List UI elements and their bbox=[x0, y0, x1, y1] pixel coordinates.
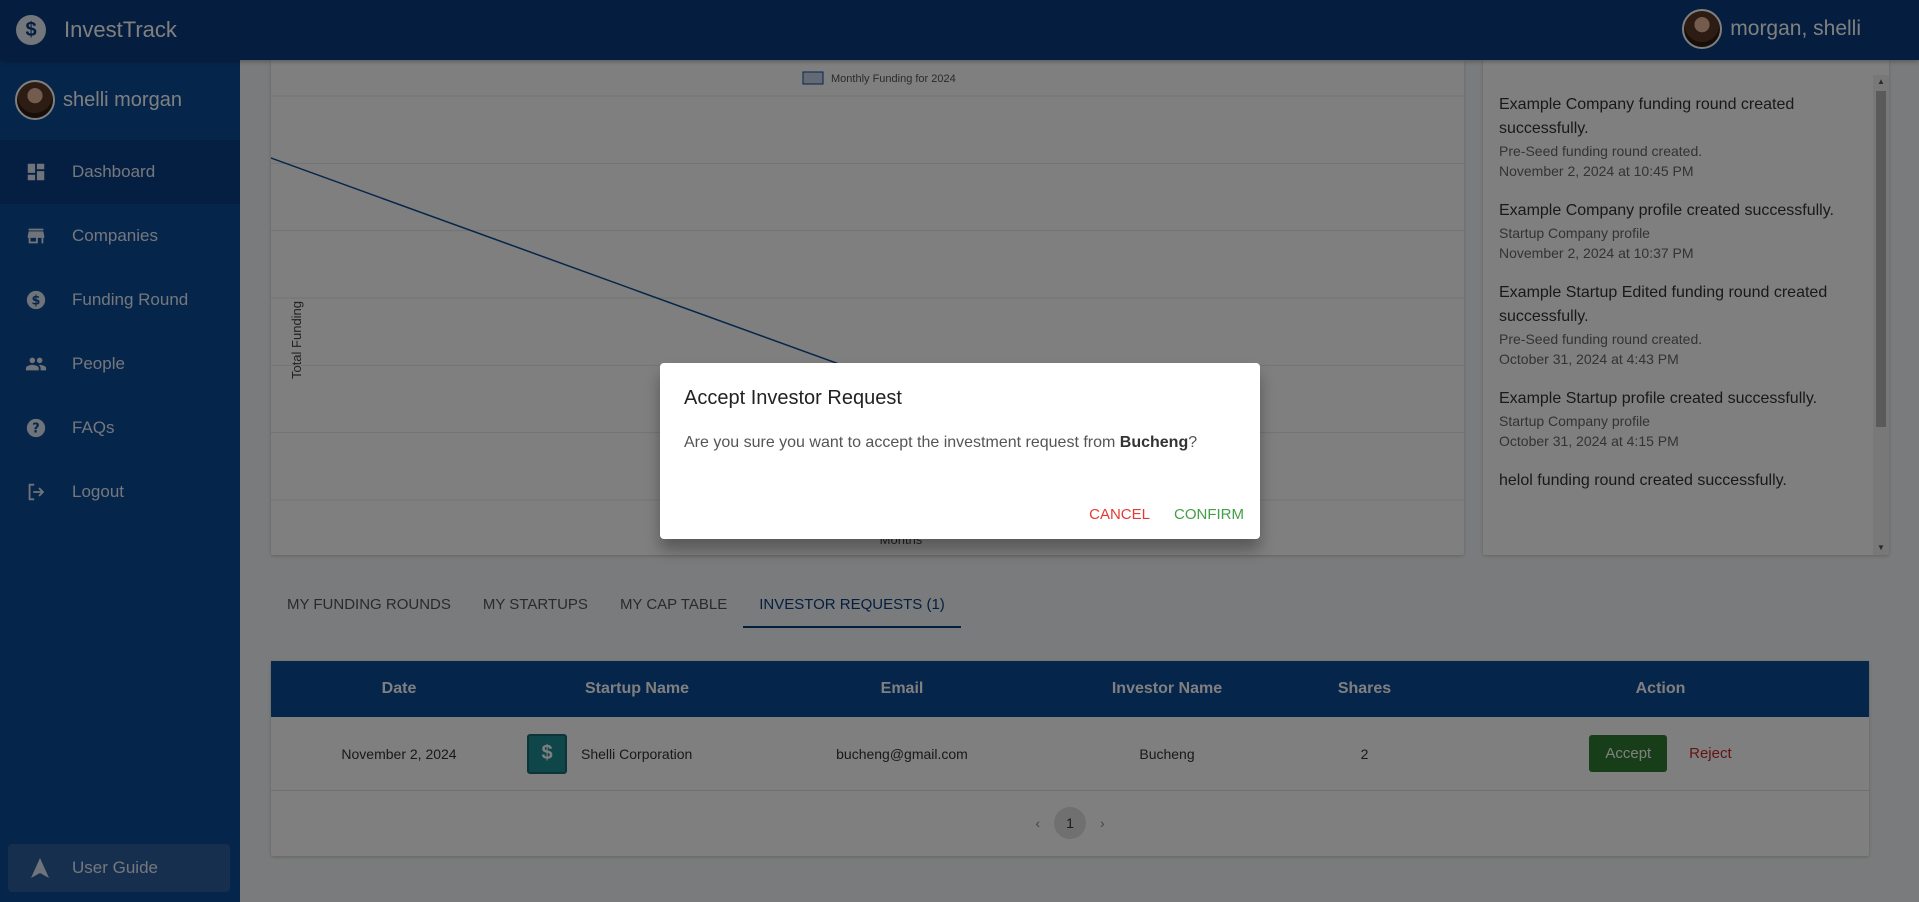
dialog-actions: CANCEL CONFIRM bbox=[1089, 506, 1244, 523]
dialog-investor-name: Bucheng bbox=[1119, 434, 1189, 451]
dialog-title: Accept Investor Request bbox=[684, 387, 902, 409]
accept-investor-dialog: Accept Investor Request Are you sure you… bbox=[660, 363, 1260, 539]
dialog-message-suffix: ? bbox=[1188, 434, 1198, 451]
dialog-message: Are you sure you want to accept the inve… bbox=[684, 434, 1236, 452]
dialog-message-prefix: Are you sure you want to accept the inve… bbox=[684, 434, 1120, 451]
confirm-button[interactable]: CONFIRM bbox=[1174, 506, 1244, 523]
cancel-button[interactable]: CANCEL bbox=[1089, 506, 1150, 523]
